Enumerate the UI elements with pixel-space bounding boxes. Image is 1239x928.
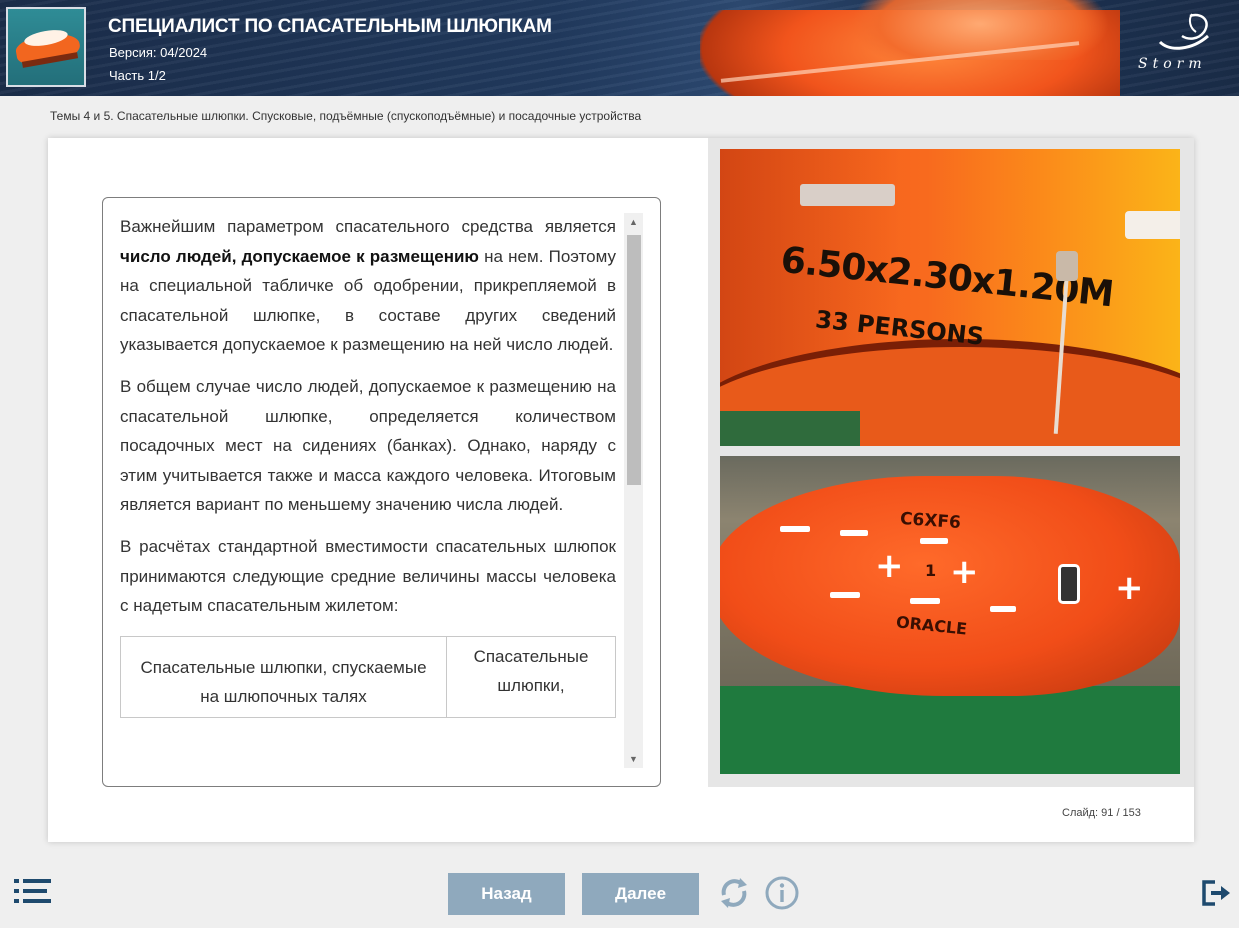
scroll-down-arrow-icon[interactable]: ▼: [624, 750, 643, 768]
photo2-stripe: [990, 606, 1016, 612]
photo2-stripe: [910, 598, 940, 604]
lifeboat-top-photo: C6XF6 1 ORACLE + + +: [720, 456, 1180, 774]
photo2-cross-mark: +: [950, 552, 979, 592]
table-header-other-boats: Спасательные шлюпки,: [446, 635, 616, 718]
photo1-hook: [1056, 251, 1078, 281]
course-thumbnail: [6, 7, 86, 87]
course-version: Версия: 04/2024: [109, 45, 208, 60]
photo2-cross-mark: +: [875, 546, 904, 586]
photo2-stripe: [780, 526, 810, 532]
storm-logo-text: Storm: [1138, 56, 1207, 72]
photo2-stripe: [830, 592, 860, 598]
photo1-window-strip-right: [1125, 211, 1180, 239]
table-row: Спасательные шлюпки, спускаемые на шлюпо…: [120, 635, 616, 718]
text-content: Важнейшим параметром спасательного средс…: [120, 212, 616, 718]
paragraph-1-start: Важнейшим параметром спасательного средс…: [120, 217, 616, 236]
table-header-davit-boats: Спасательные шлюпки, спускаемые на шлюпо…: [120, 635, 447, 718]
breadcrumb: Темы 4 и 5. Спасательные шлюпки. Спусков…: [50, 109, 642, 123]
photo2-number: 1: [925, 561, 937, 580]
paragraph-1-bold: число людей, допускаемое к размещению: [120, 246, 479, 266]
scrollbar[interactable]: ▲ ▼: [624, 213, 643, 768]
lifeboat-plate-photo: 6.50x2.30x1.20M 33 PERSONS: [720, 149, 1180, 446]
back-button[interactable]: Назад: [448, 873, 565, 915]
photo2-deck: [720, 686, 1180, 774]
photo2-callsign: C6XF6: [899, 508, 962, 534]
scroll-up-arrow-icon[interactable]: ▲: [624, 213, 643, 231]
paragraph-3: В расчётах стандартной вместимости спаса…: [120, 536, 616, 616]
photo-panel: 6.50x2.30x1.20M 33 PERSONS C6XF6 1 ORACL…: [708, 138, 1194, 787]
reload-icon[interactable]: [716, 875, 752, 911]
next-button[interactable]: Далее: [582, 873, 699, 915]
course-title: СПЕЦИАЛИСТ ПО СПАСАТЕЛЬНЫМ ШЛЮПКАМ: [108, 16, 552, 37]
scrollbar-thumb[interactable]: [627, 235, 641, 485]
mass-table: Спасательные шлюпки, спускаемые на шлюпо…: [120, 635, 616, 718]
photo2-cross-mark: +: [1115, 568, 1144, 608]
slide-counter: Слайд: 91 / 153: [1062, 807, 1141, 819]
photo1-window-strip: [800, 184, 895, 206]
photo2-stripe: [840, 530, 868, 536]
storm-logo-mark: [1158, 13, 1209, 50]
storm-logo: Storm: [1130, 10, 1225, 82]
text-scroll-panel[interactable]: Важнейшим параметром спасательного средс…: [102, 197, 661, 787]
menu-icon[interactable]: [14, 877, 52, 905]
slide-card: Важнейшим параметром спасательного средс…: [48, 138, 1194, 842]
paragraph-1: Важнейшим параметром спасательного средс…: [120, 212, 616, 360]
course-part: Часть 1/2: [109, 68, 166, 83]
info-icon[interactable]: [764, 875, 800, 911]
photo2-stripe: [920, 538, 948, 544]
photo2-window: [1058, 564, 1080, 604]
exit-icon[interactable]: [1201, 879, 1231, 907]
header-banner: СПЕЦИАЛИСТ ПО СПАСАТЕЛЬНЫМ ШЛЮПКАМ Верси…: [0, 0, 1239, 96]
paragraph-2: В общем случае число людей, допускаемое …: [120, 376, 616, 515]
photo1-deck: [720, 411, 860, 446]
